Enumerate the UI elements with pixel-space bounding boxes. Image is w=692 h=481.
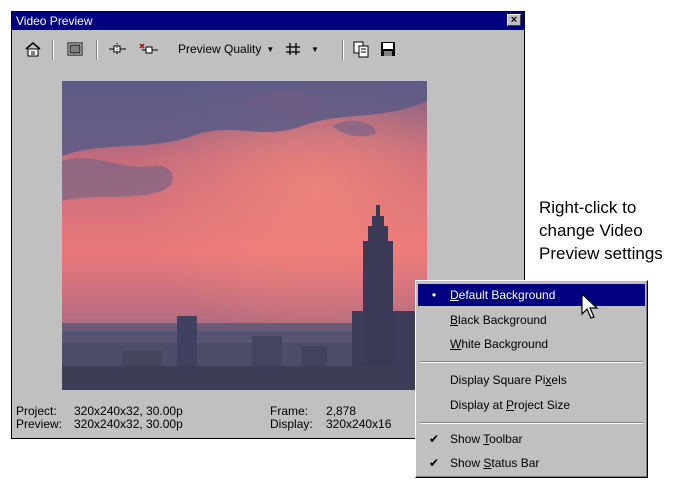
menu-item-label: Show xyxy=(450,432,484,446)
split-screen-icon xyxy=(109,43,126,55)
split-select-icon xyxy=(139,43,158,54)
dropdown-arrow-icon: ▼ xyxy=(266,44,275,54)
menu-item-label: hite Background xyxy=(461,337,549,351)
copy-snapshot-button[interactable] xyxy=(350,38,372,60)
menu-item-display-square-pixels[interactable]: Display Square Pixels xyxy=(418,369,645,391)
split-screen-button[interactable] xyxy=(106,38,130,60)
properties-icon xyxy=(25,42,41,57)
menu-item-default-background[interactable]: • Default Background xyxy=(418,284,645,306)
title-bar[interactable]: Video Preview × xyxy=(12,12,524,30)
toolbar-separator xyxy=(342,40,344,60)
save-snapshot-icon xyxy=(381,42,395,56)
preview-quality-label: Preview Quality xyxy=(178,42,262,56)
toolbar-separator xyxy=(96,40,98,60)
toolbar-separator xyxy=(52,40,54,60)
toolbar: Preview Quality ▼ ▼ xyxy=(12,34,524,64)
project-label: Project: xyxy=(16,404,57,418)
overlays-dropdown[interactable]: ▼ xyxy=(284,38,330,60)
callout-line: Right-click to xyxy=(539,198,637,217)
video-frame-image xyxy=(62,81,427,390)
menu-item-mnemonic: B xyxy=(450,313,459,327)
display-label: Display: xyxy=(270,417,313,431)
close-icon: × xyxy=(510,14,518,26)
preview-window-icon xyxy=(67,42,83,56)
menu-item-label: roject Size xyxy=(514,398,571,412)
copy-snapshot-icon xyxy=(353,41,369,58)
callout-line: Preview settings xyxy=(539,244,663,263)
menu-item-mnemonic: D xyxy=(450,288,459,302)
checkmark-icon: ✔ xyxy=(428,456,440,470)
menu-item-black-background[interactable]: Black Background xyxy=(418,309,645,331)
menu-item-label: Show xyxy=(450,456,484,470)
preview-quality-dropdown[interactable]: Preview Quality ▼ xyxy=(178,38,298,60)
display-value: 320x240x16 xyxy=(326,417,392,431)
callout-line: change Video xyxy=(539,221,643,240)
menu-item-label: oolbar xyxy=(489,432,523,446)
mouse-cursor-icon xyxy=(581,292,599,319)
radio-bullet-icon: • xyxy=(431,288,437,302)
context-menu: • Default Background Black Background Wh… xyxy=(415,280,648,478)
preview-window-button[interactable] xyxy=(64,38,86,60)
close-button[interactable]: × xyxy=(507,14,521,26)
frame-label: Frame: xyxy=(270,404,309,418)
menu-item-display-at-project-size[interactable]: Display at Project Size xyxy=(418,394,645,416)
menu-item-label: efault Background xyxy=(458,288,556,302)
menu-item-white-background[interactable]: White Background xyxy=(418,333,645,355)
project-value: 320x240x32, 30.00p xyxy=(74,404,183,418)
grid-hash-icon xyxy=(286,43,300,55)
dropdown-arrow-icon: ▼ xyxy=(311,44,319,54)
menu-item-label: lack Background xyxy=(458,313,547,327)
menu-item-show-status-bar[interactable]: ✔ Show Status Bar xyxy=(418,452,645,474)
menu-item-label: Display Square Pi xyxy=(450,373,546,387)
menu-separator xyxy=(420,361,643,363)
save-snapshot-button[interactable] xyxy=(377,38,399,60)
split-select-button[interactable] xyxy=(136,38,162,60)
callout-text: Right-click to change Video Preview sett… xyxy=(539,196,663,265)
menu-item-show-toolbar[interactable]: ✔ Show Toolbar xyxy=(418,428,645,450)
menu-item-label: Display at xyxy=(450,398,507,412)
menu-item-mnemonic: P xyxy=(506,398,515,412)
frame-value: 2,878 xyxy=(326,404,357,418)
preview-value: 320x240x32, 30.00p xyxy=(74,417,183,431)
preview-label: Preview: xyxy=(16,417,63,431)
menu-item-mnemonic: W xyxy=(450,337,462,351)
menu-item-label: tatus Bar xyxy=(491,456,540,470)
properties-button[interactable] xyxy=(22,38,44,60)
menu-item-label: els xyxy=(551,373,567,387)
checkmark-icon: ✔ xyxy=(428,432,440,446)
video-preview-frame[interactable] xyxy=(62,81,427,390)
window-title: Video Preview xyxy=(16,14,93,28)
menu-separator xyxy=(420,422,643,424)
